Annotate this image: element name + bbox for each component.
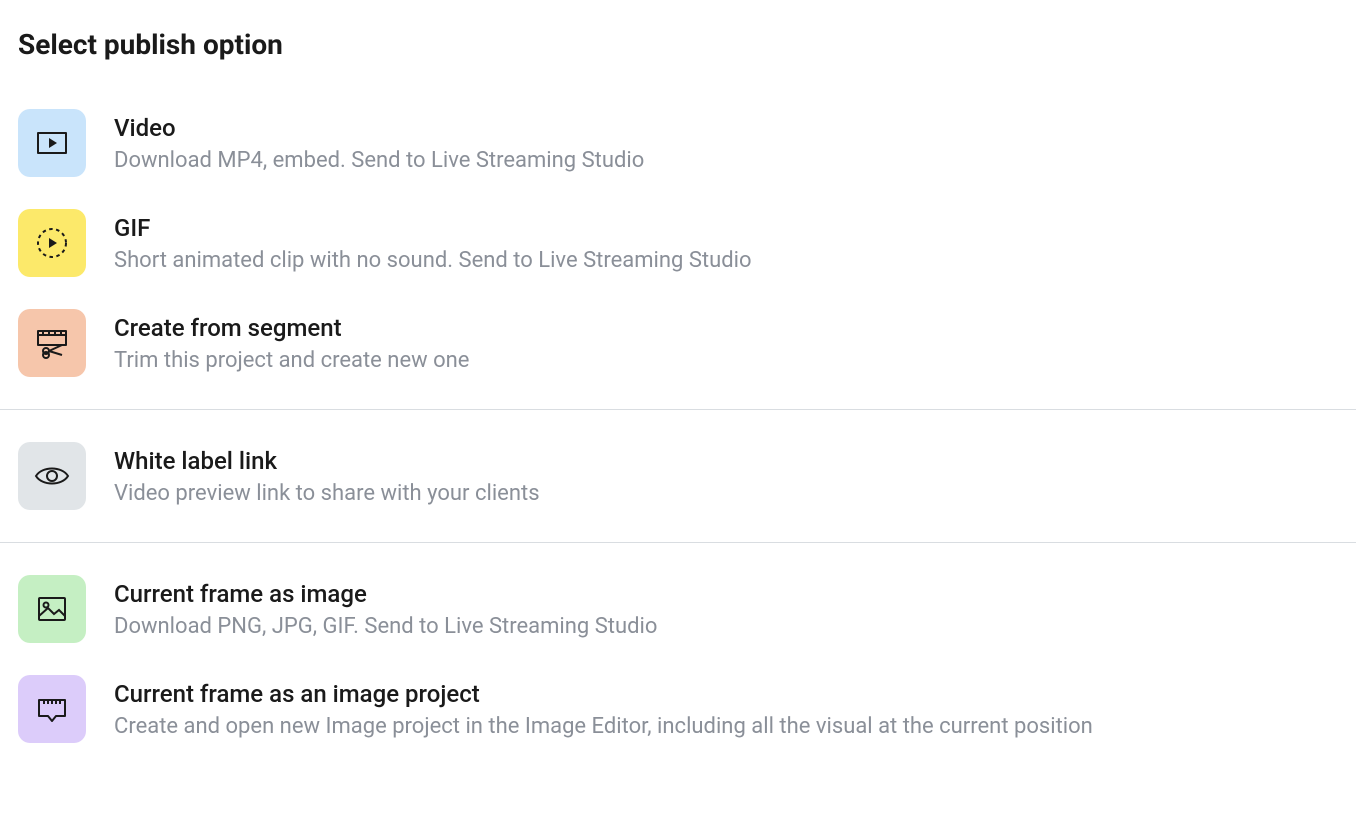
option-gif[interactable]: GIF Short animated clip with no sound. S… <box>18 193 1356 293</box>
option-text: Video Download MP4, embed. Send to Live … <box>114 114 644 173</box>
dashed-play-icon <box>18 209 86 277</box>
option-group-3: Current frame as image Download PNG, JPG… <box>18 559 1356 759</box>
option-desc: Video preview link to share with your cl… <box>114 481 540 506</box>
option-title: GIF <box>114 214 752 242</box>
divider <box>0 409 1356 410</box>
divider <box>0 542 1356 543</box>
option-desc: Trim this project and create new one <box>114 348 469 373</box>
option-desc: Download MP4, embed. Send to Live Stream… <box>114 148 644 173</box>
option-text: Current frame as an image project Create… <box>114 680 1093 739</box>
option-group-1: Video Download MP4, embed. Send to Live … <box>18 93 1356 393</box>
option-title: Current frame as an image project <box>114 680 1093 708</box>
video-play-icon <box>18 109 86 177</box>
option-group-2: White label link Video preview link to s… <box>18 426 1356 526</box>
option-frame-image[interactable]: Current frame as image Download PNG, JPG… <box>18 559 1356 659</box>
option-desc: Short animated clip with no sound. Send … <box>114 248 752 273</box>
option-title: White label link <box>114 447 540 475</box>
option-segment[interactable]: Create from segment Trim this project an… <box>18 293 1356 393</box>
option-title: Current frame as image <box>114 580 657 608</box>
option-text: Create from segment Trim this project an… <box>114 314 469 373</box>
option-text: Current frame as image Download PNG, JPG… <box>114 580 657 639</box>
option-text: GIF Short animated clip with no sound. S… <box>114 214 752 273</box>
image-project-icon <box>18 675 86 743</box>
film-cut-icon <box>18 309 86 377</box>
option-title: Video <box>114 114 644 142</box>
option-frame-project[interactable]: Current frame as an image project Create… <box>18 659 1356 759</box>
option-title: Create from segment <box>114 314 469 342</box>
option-desc: Create and open new Image project in the… <box>114 714 1093 739</box>
option-desc: Download PNG, JPG, GIF. Send to Live Str… <box>114 614 657 639</box>
eye-icon <box>18 442 86 510</box>
option-video[interactable]: Video Download MP4, embed. Send to Live … <box>18 93 1356 193</box>
option-text: White label link Video preview link to s… <box>114 447 540 506</box>
page-heading: Select publish option <box>18 28 1356 61</box>
image-icon <box>18 575 86 643</box>
option-white-label[interactable]: White label link Video preview link to s… <box>18 426 1356 526</box>
